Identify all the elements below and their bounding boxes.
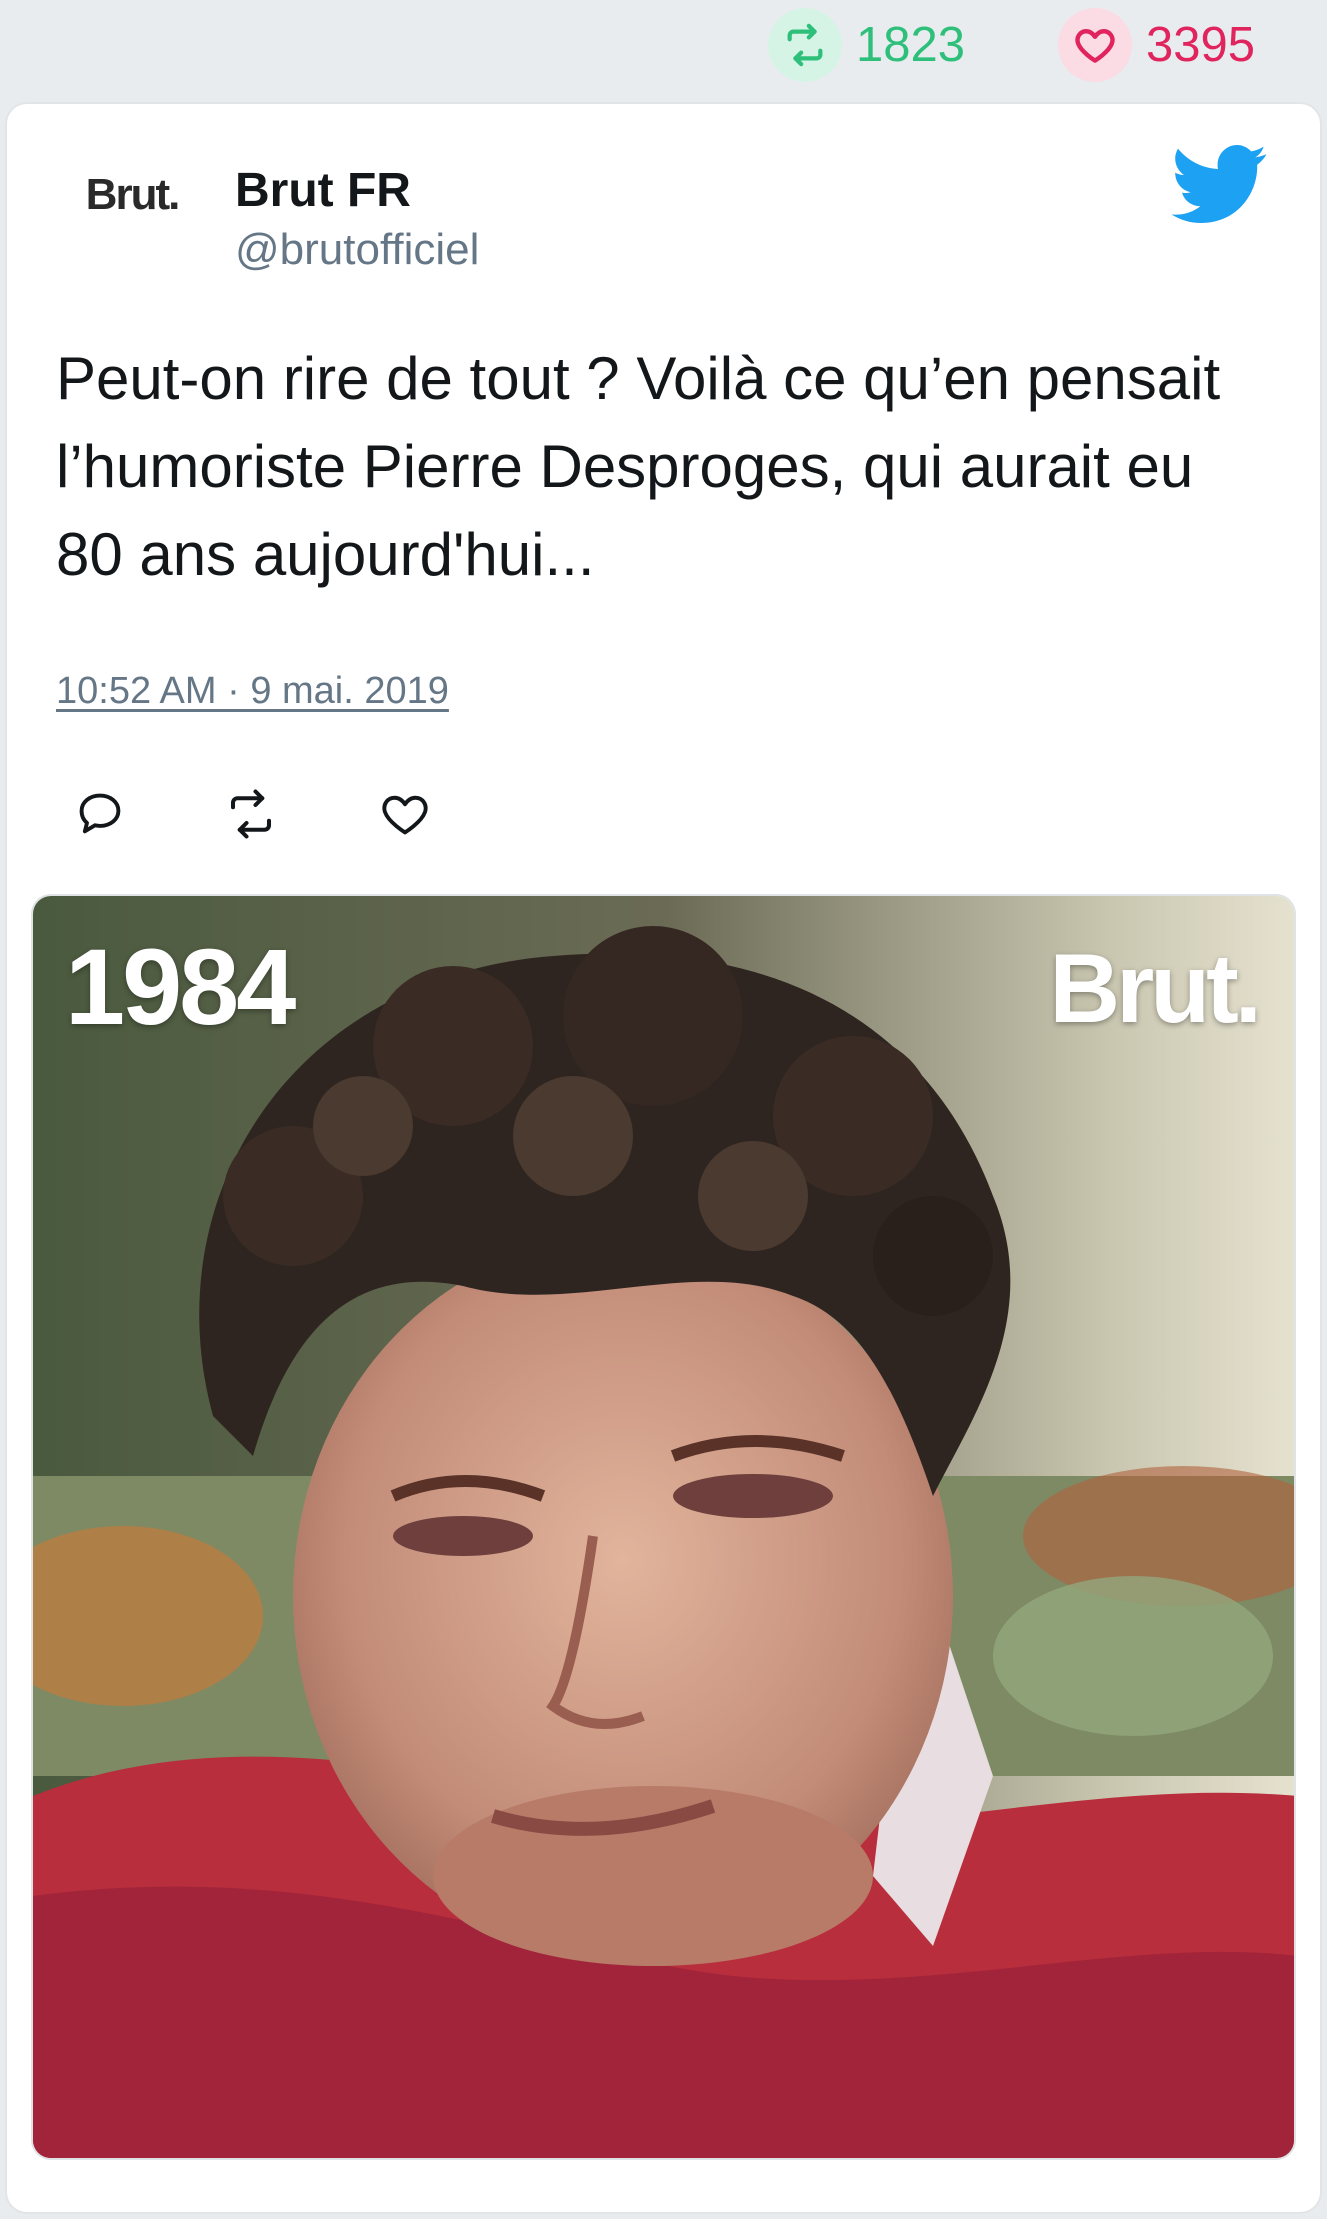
retweet-stat[interactable]: 1823 bbox=[768, 8, 965, 82]
retweet-icon[interactable] bbox=[222, 785, 280, 843]
heart-icon bbox=[1058, 8, 1132, 82]
twitter-bird-icon[interactable] bbox=[1171, 145, 1268, 225]
tweet-text: Peut-on rire de tout ? Voilà ce qu’en pe… bbox=[56, 345, 1221, 588]
reply-icon[interactable] bbox=[71, 785, 129, 843]
video-year-overlay: 1984 bbox=[65, 926, 296, 1047]
avatar[interactable]: Brut. bbox=[62, 160, 202, 230]
tweet-timestamp[interactable]: 10:52 AM · 9 mai. 2019 bbox=[56, 670, 449, 713]
retweet-icon bbox=[768, 8, 842, 82]
author-name[interactable]: Brut FR bbox=[235, 163, 411, 218]
like-icon[interactable] bbox=[376, 785, 434, 843]
like-count: 3395 bbox=[1146, 18, 1256, 72]
engagement-stats: 1823 3395 bbox=[0, 0, 1327, 95]
video-brand-overlay: Brut. bbox=[1049, 933, 1262, 1043]
tweet-media-video[interactable]: 1984 Brut. bbox=[31, 894, 1296, 2160]
like-stat[interactable]: 3395 bbox=[1058, 8, 1255, 82]
video-still-image bbox=[33, 896, 1294, 2158]
author-handle[interactable]: @brutofficiel bbox=[235, 225, 479, 275]
retweet-count: 1823 bbox=[856, 18, 966, 72]
